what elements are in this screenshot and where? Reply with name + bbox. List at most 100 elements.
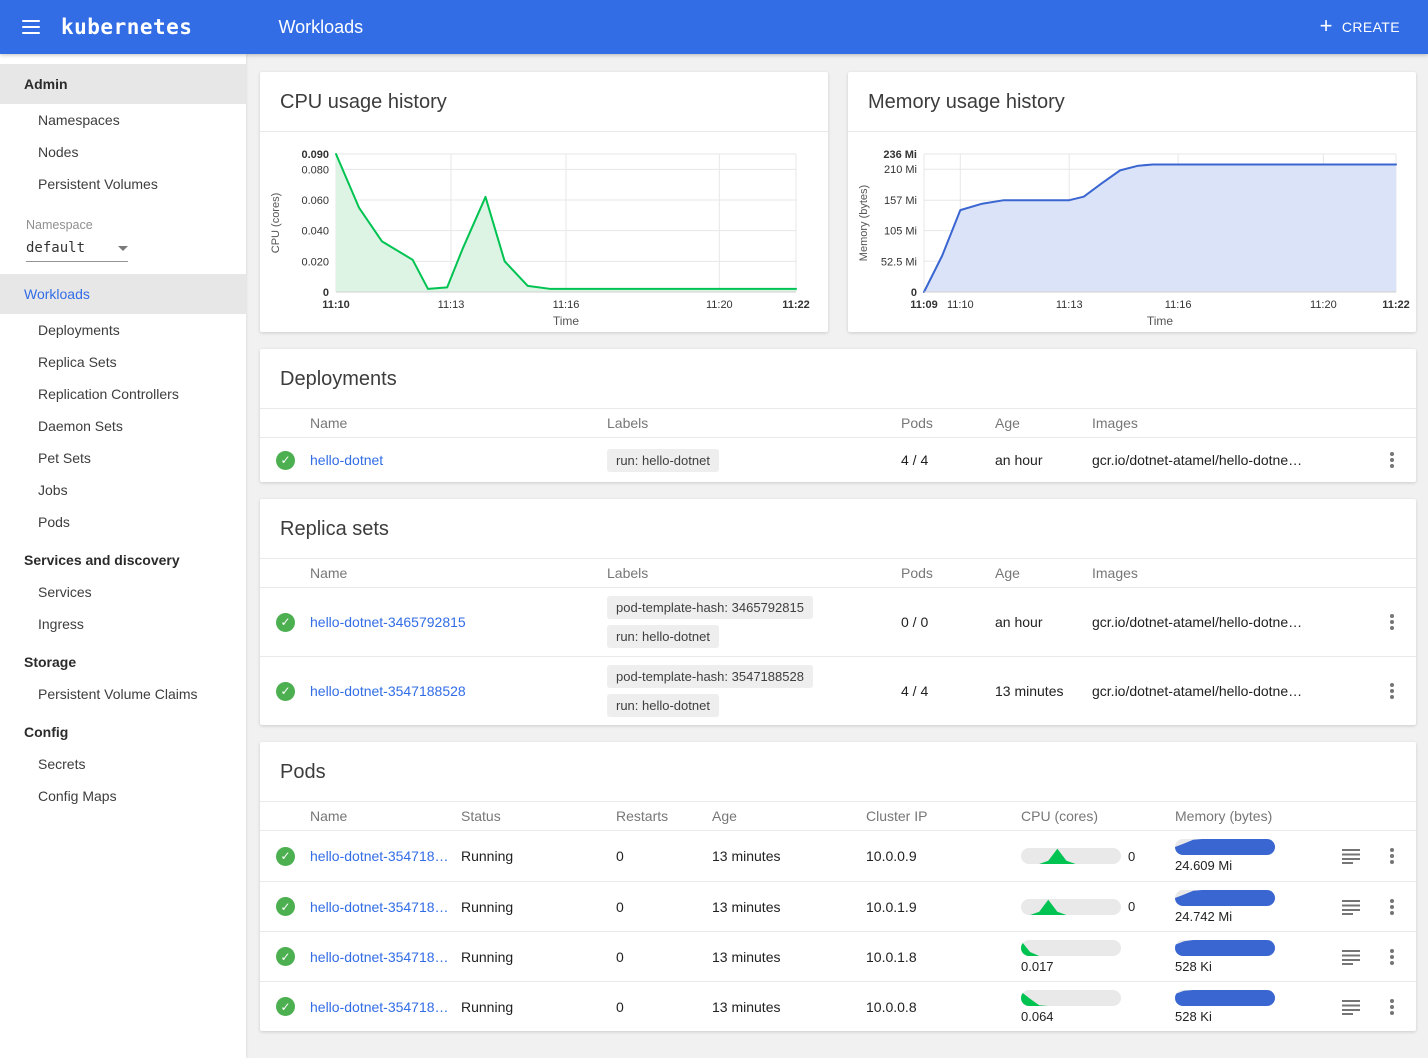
sidebar-item-jobs[interactable]: Jobs [0, 474, 246, 506]
cluster-ip-cell: 10.0.1.8 [866, 949, 1021, 965]
cpu-usage-chart: 00.0200.0400.0600.0800.09011:1011:1311:1… [266, 144, 810, 328]
kebab-menu-icon[interactable] [1384, 680, 1400, 702]
svg-text:11:22: 11:22 [1382, 299, 1410, 311]
kebab-menu-icon[interactable] [1384, 946, 1400, 968]
kebab-menu-icon[interactable] [1384, 896, 1400, 918]
logs-button[interactable] [1342, 848, 1360, 864]
memory-usage-chart: 052.5 Mi105 Mi157 Mi210 Mi236 Mi11:0911:… [854, 144, 1410, 328]
sidebar-item-pet-sets[interactable]: Pet Sets [0, 442, 246, 474]
restarts-cell: 0 [616, 949, 712, 965]
status-cell: Running [461, 999, 616, 1015]
label-chip: pod-template-hash: 3465792815 [607, 596, 813, 619]
cpu-sparkline-cell: 0 [1021, 848, 1153, 864]
memory-usage-card: Memory usage history 052.5 Mi105 Mi157 M… [848, 72, 1416, 332]
cpu-sparkline-cell: 0.064 [1021, 990, 1153, 1024]
col-header-name: Name [310, 565, 607, 581]
sidebar-item-replication-controllers[interactable]: Replication Controllers [0, 378, 246, 410]
sidebar-item-nodes[interactable]: Nodes [0, 136, 246, 168]
sidebar: Admin Namespaces Nodes Persistent Volume… [0, 54, 246, 1058]
svg-text:0: 0 [323, 287, 329, 299]
replica-set-link[interactable]: hello-dotnet-3547188528 [310, 683, 607, 699]
sidebar-item-deployments[interactable]: Deployments [0, 314, 246, 346]
sidebar-item-label: Secrets [38, 756, 85, 772]
cpu-sparkline [1021, 848, 1121, 864]
sidebar-item-secrets[interactable]: Secrets [0, 748, 246, 780]
sidebar-item-label: Deployments [38, 322, 120, 338]
restarts-cell: 0 [616, 899, 712, 915]
pods-cell: 4 / 4 [901, 452, 995, 468]
table-row: ✓ hello-dotnet-3547188528 pod-template-h… [260, 656, 1416, 725]
sidebar-item-label: Daemon Sets [38, 418, 123, 434]
col-header-age: Age [995, 565, 1092, 581]
sidebar-item-replica-sets[interactable]: Replica Sets [0, 346, 246, 378]
memory-sparkline [1175, 890, 1275, 906]
logs-icon [1342, 999, 1360, 1015]
sidebar-item-config-maps[interactable]: Config Maps [0, 780, 246, 812]
pod-link[interactable]: hello-dotnet-354718… [310, 949, 461, 965]
sidebar-header-storage: Storage [0, 646, 246, 678]
logs-button[interactable] [1342, 999, 1360, 1015]
svg-text:11:16: 11:16 [553, 299, 580, 311]
col-header-name: Name [310, 415, 607, 431]
status-cell: Running [461, 848, 616, 864]
replica-set-link[interactable]: hello-dotnet-3465792815 [310, 614, 607, 630]
col-header-name: Name [310, 808, 461, 824]
kebab-menu-icon[interactable] [1384, 845, 1400, 867]
sidebar-item-daemon-sets[interactable]: Daemon Sets [0, 410, 246, 442]
deployment-link[interactable]: hello-dotnet [310, 452, 607, 468]
namespace-select[interactable]: default [26, 240, 128, 262]
status-cell: Running [461, 899, 616, 915]
logs-button[interactable] [1342, 899, 1360, 915]
sidebar-item-workloads[interactable]: Workloads [0, 274, 246, 314]
sidebar-item-services[interactable]: Services [0, 576, 246, 608]
sidebar-item-namespaces[interactable]: Namespaces [0, 104, 246, 136]
pod-link[interactable]: hello-dotnet-354718… [310, 899, 461, 915]
kebab-menu-icon[interactable] [1384, 449, 1400, 471]
memory-value: 24.742 Mi [1175, 909, 1232, 924]
memory-sparkline-cell: 24.609 Mi [1175, 839, 1315, 873]
pod-link[interactable]: hello-dotnet-354718… [310, 848, 461, 864]
sidebar-header-services-and-discovery: Services and discovery [0, 544, 246, 576]
cpu-chart-title: CPU usage history [260, 72, 828, 132]
sidebar-item-pods[interactable]: Pods [0, 506, 246, 538]
sidebar-item-persistent-volume-claims[interactable]: Persistent Volume Claims [0, 678, 246, 710]
brand-logo[interactable]: kubernetes [61, 15, 192, 39]
kebab-menu-icon[interactable] [1384, 996, 1400, 1018]
sidebar-item-label: Pet Sets [38, 450, 91, 466]
svg-text:Time: Time [553, 314, 580, 328]
create-button-label: CREATE [1342, 19, 1400, 35]
images-cell: gcr.io/dotnet-atamel/hello-dotne… [1092, 683, 1368, 699]
sidebar-item-persistent-volumes[interactable]: Persistent Volumes [0, 168, 246, 200]
pods-card: Pods Name Status Restarts Age Cluster IP… [260, 742, 1416, 1031]
cpu-value: 0 [1128, 899, 1135, 914]
cpu-sparkline-cell: 0.017 [1021, 940, 1153, 974]
menu-icon[interactable] [22, 20, 40, 34]
sidebar-item-ingress[interactable]: Ingress [0, 608, 246, 640]
label-chip: run: hello-dotnet [607, 449, 719, 472]
create-button[interactable]: + CREATE [1318, 12, 1402, 43]
deployments-header-row: Name Labels Pods Age Images [260, 409, 1416, 438]
svg-text:105 Mi: 105 Mi [884, 226, 917, 238]
sidebar-item-label: Nodes [38, 144, 78, 160]
pod-link[interactable]: hello-dotnet-354718… [310, 999, 461, 1015]
svg-text:0.090: 0.090 [301, 149, 329, 161]
kebab-menu-icon[interactable] [1384, 611, 1400, 633]
svg-text:Time: Time [1147, 314, 1174, 328]
table-row: ✓ hello-dotnet run: hello-dotnet 4 / 4 a… [260, 438, 1416, 482]
logs-button[interactable] [1342, 949, 1360, 965]
sidebar-header-config: Config [0, 716, 246, 748]
col-header-status: Status [461, 808, 616, 824]
col-header-images: Images [1092, 565, 1368, 581]
svg-text:11:16: 11:16 [1165, 299, 1192, 311]
sidebar-item-admin[interactable]: Admin [0, 64, 246, 104]
chevron-down-icon [118, 246, 128, 251]
logs-icon [1342, 848, 1360, 864]
cpu-value: 0 [1128, 849, 1135, 864]
svg-text:11:10: 11:10 [947, 299, 974, 311]
logs-icon [1342, 949, 1360, 965]
memory-sparkline [1175, 940, 1275, 956]
sidebar-item-label: Persistent Volume Claims [38, 686, 198, 702]
replica-sets-title: Replica sets [260, 499, 1416, 559]
cpu-sparkline [1021, 990, 1121, 1006]
restarts-cell: 0 [616, 999, 712, 1015]
